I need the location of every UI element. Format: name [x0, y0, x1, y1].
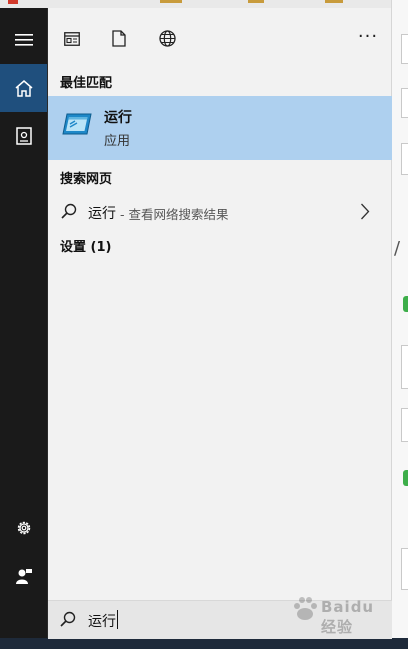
- run-app-icon: [61, 112, 93, 140]
- panel-toolbar: ···: [48, 8, 392, 68]
- background-green-tab: [403, 470, 408, 486]
- web-result-term: 运行: [88, 206, 116, 222]
- best-match-heading: 最佳匹配: [60, 76, 113, 91]
- web-filter-button[interactable]: [156, 29, 178, 51]
- taskbar: [0, 638, 408, 649]
- search-icon: [60, 611, 76, 631]
- background-tab-mark: [248, 0, 264, 3]
- search-panel: ··· 最佳匹配 运行 应用 搜索网页 运行 - 查看网络搜索结果 设置 (1): [47, 8, 392, 639]
- home-button[interactable]: [0, 64, 47, 112]
- chevron-right-icon[interactable]: [360, 203, 370, 224]
- background-text-fragment: /: [394, 238, 401, 259]
- search-web-heading: 搜索网页: [60, 172, 113, 187]
- best-match-title: 运行: [104, 110, 132, 126]
- web-search-result[interactable]: 运行 - 查看网络搜索结果: [48, 198, 392, 226]
- search-input[interactable]: 运行: [88, 611, 116, 631]
- background-field: [401, 143, 408, 175]
- background-field: [401, 34, 408, 64]
- document-icon: [112, 29, 126, 51]
- settings-button[interactable]: [0, 504, 47, 552]
- app-window-icon: [64, 31, 80, 50]
- feedback-button[interactable]: [0, 552, 47, 600]
- gear-icon: [15, 519, 33, 537]
- hamburger-icon: [14, 33, 33, 47]
- web-result-hint: - 查看网络搜索结果: [120, 207, 229, 222]
- background-tab-mark: [325, 0, 343, 3]
- background-window-strip: [0, 0, 408, 8]
- menu-button[interactable]: [0, 16, 47, 64]
- background-field: [401, 408, 408, 442]
- background-tab-mark: [160, 0, 182, 3]
- background-green-tab: [403, 296, 408, 312]
- notebook-icon: [15, 127, 32, 145]
- search-box[interactable]: 运行: [48, 600, 392, 639]
- more-options-button[interactable]: ···: [353, 25, 383, 49]
- background-red-mark: [8, 0, 18, 4]
- text-caret: [117, 610, 118, 629]
- background-field: [401, 548, 408, 590]
- background-field: [401, 345, 408, 389]
- settings-heading[interactable]: 设置 (1): [60, 236, 111, 255]
- user-feedback-icon: [15, 567, 33, 585]
- background-field: [401, 88, 408, 118]
- best-match-result[interactable]: 运行 应用: [48, 96, 392, 160]
- best-match-subtitle: 应用: [104, 134, 131, 149]
- search-icon: [61, 203, 77, 223]
- globe-icon: [158, 29, 176, 51]
- apps-filter-button[interactable]: [61, 29, 83, 51]
- start-rail: [0, 8, 47, 638]
- documents-filter-button[interactable]: [108, 29, 130, 51]
- notebook-button[interactable]: [0, 112, 47, 160]
- home-icon: [15, 79, 33, 97]
